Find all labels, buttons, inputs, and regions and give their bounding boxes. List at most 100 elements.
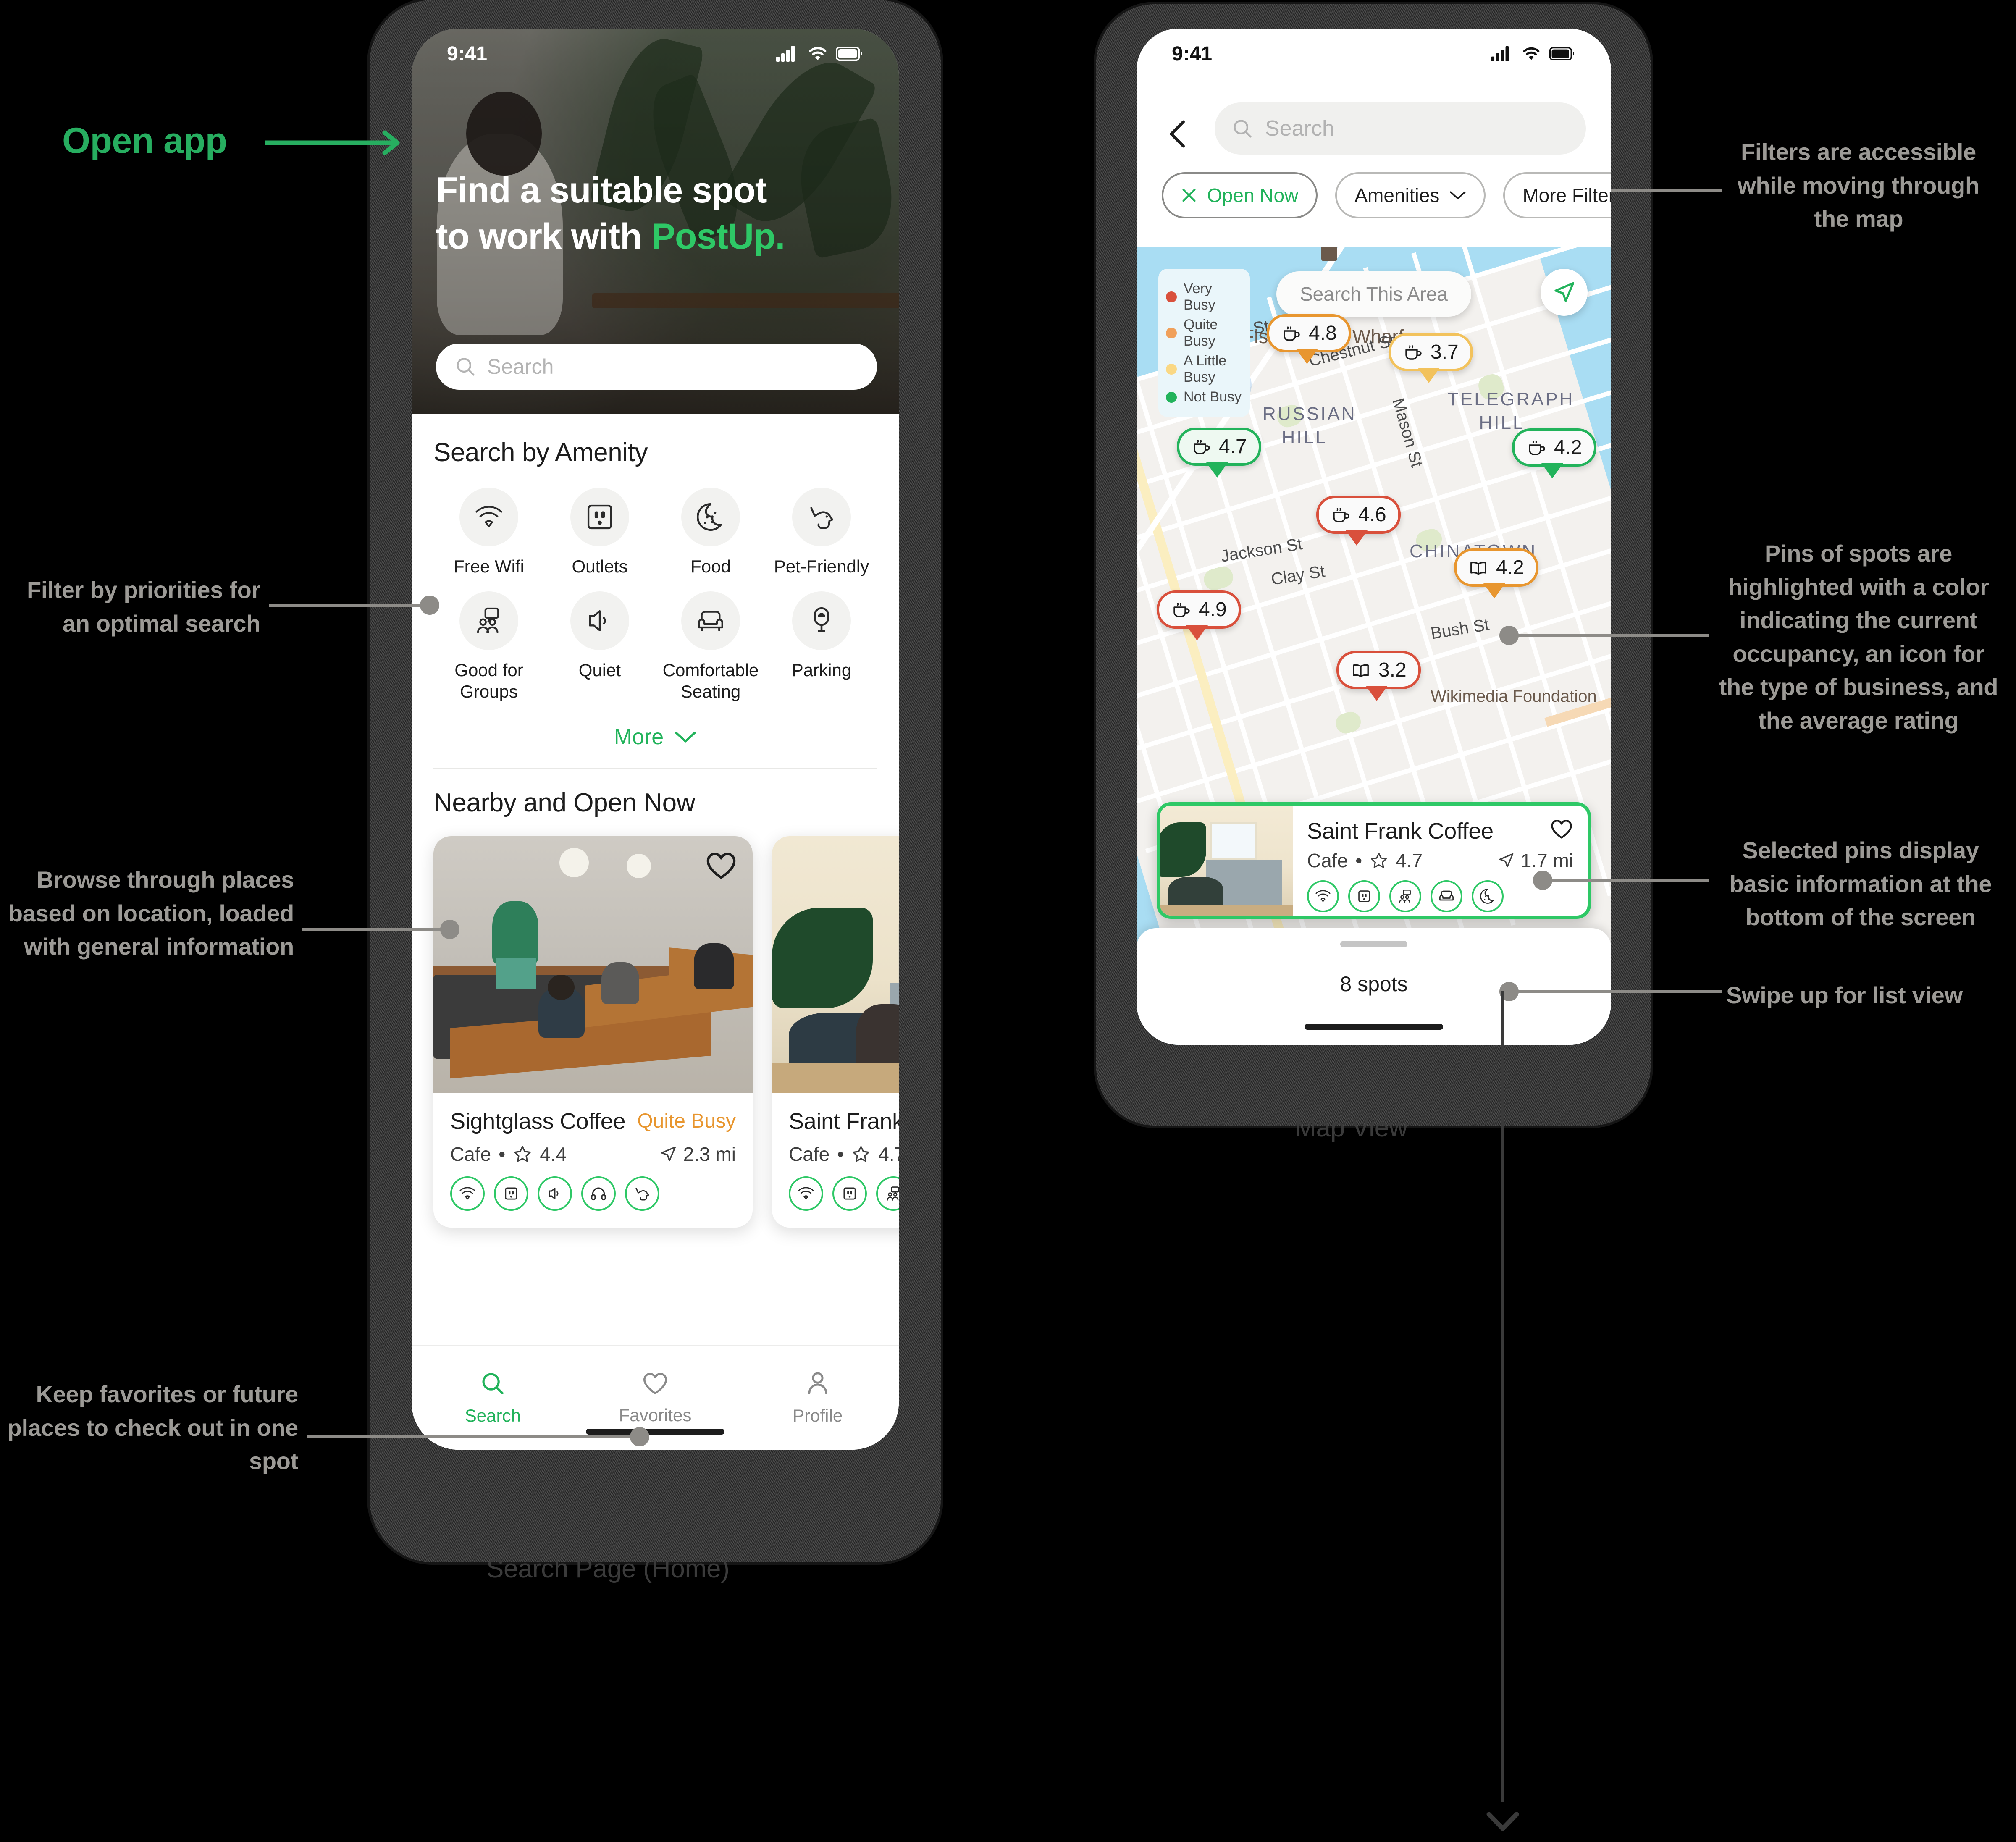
cafe-icon: [1194, 439, 1210, 454]
annotation-browse-places: Browse through places based on location,…: [8, 866, 294, 960]
leader-dot: [1533, 871, 1552, 890]
map-pin[interactable]: 4.2: [1454, 548, 1538, 598]
amenity-pet-friendly[interactable]: Pet-Friendly: [766, 488, 877, 577]
map-pin[interactable]: 4.9: [1157, 590, 1241, 640]
filter-label: Open Now: [1207, 184, 1299, 206]
headphones-icon: [581, 1176, 616, 1211]
place-distance-value: 1.7 mi: [1520, 850, 1573, 871]
wifi-icon: [1523, 47, 1540, 60]
navigation-icon: [1554, 282, 1575, 302]
search-this-area-label: Search This Area: [1299, 283, 1448, 305]
annotation-filters-accessible: Filters are accessible while moving thro…: [1738, 139, 1979, 232]
map-pin[interactable]: 4.7: [1177, 428, 1261, 478]
tab-label: Search: [465, 1405, 521, 1425]
phone-frame-search: 9:41 Find a suitable spot to work with P…: [370, 0, 941, 1562]
locate-me-button[interactable]: [1541, 269, 1588, 316]
tab-label: Favorites: [619, 1405, 692, 1425]
amenity-free-wifi[interactable]: Free Wifi: [433, 488, 544, 577]
star-icon: [853, 1146, 870, 1162]
star-icon: [514, 1146, 531, 1162]
place-distance: 2.3 mi: [659, 1143, 736, 1165]
wifi-icon: [459, 488, 518, 546]
library-icon: [1353, 664, 1369, 677]
dog-icon: [625, 1176, 659, 1211]
selected-place-amenity-chips: [1307, 880, 1573, 912]
place-rating: 4.7: [878, 1143, 899, 1165]
amenity-outlets[interactable]: Outlets: [544, 488, 655, 577]
place-rating: 4.4: [540, 1143, 567, 1165]
nearby-cards-carousel[interactable]: Sightglass Coffee Quite Busy Cafe • 4.4: [433, 836, 899, 1228]
search-input[interactable]: Search: [1215, 102, 1586, 155]
leader-line: [307, 1435, 643, 1438]
selected-place-body: Saint Frank Coffee Cafe • 4.7 1.7 mi: [1293, 806, 1588, 916]
cafe-icon: [1284, 326, 1300, 341]
status-icons: [776, 46, 864, 62]
search-this-area-button[interactable]: Search This Area: [1276, 271, 1472, 317]
battery-icon: [836, 47, 862, 61]
place-category: Cafe: [789, 1143, 830, 1165]
pin-rating: 3.7: [1431, 341, 1459, 363]
cellular-icon: [1491, 46, 1509, 61]
divider: [433, 768, 877, 769]
status-bar: 9:41: [412, 29, 899, 79]
legend-item: A Little Busy: [1166, 353, 1242, 386]
speaker-icon: [570, 591, 629, 651]
tab-search[interactable]: Search: [412, 1346, 574, 1450]
open-app-arrow: [265, 130, 400, 155]
map-canvas[interactable]: Fisherman's Wharf Wikimedia Foundation R…: [1137, 247, 1611, 1045]
place-card[interactable]: Saint Frank Coffee Cafe • 4.7: [772, 836, 899, 1228]
navigation-icon: [1499, 853, 1514, 868]
library-icon: [1470, 562, 1486, 575]
cookie-icon: [1472, 880, 1504, 912]
place-card[interactable]: Sightglass Coffee Quite Busy Cafe • 4.4: [433, 836, 753, 1228]
amenity-comfortable-seating[interactable]: Comfortable Seating: [655, 591, 766, 702]
nearby-section-title: Nearby and Open Now: [433, 788, 696, 817]
map-pin[interactable]: 4.6: [1316, 496, 1401, 546]
home-content: Search by Amenity Free Wifi Outlets Food…: [412, 414, 899, 1450]
more-amenities-button[interactable]: More: [433, 724, 877, 750]
favorite-button[interactable]: [1550, 818, 1573, 840]
meta-separator: •: [499, 1143, 506, 1165]
back-button[interactable]: [1168, 119, 1189, 149]
map-pin[interactable]: 3.7: [1389, 333, 1473, 383]
favorite-button[interactable]: [705, 850, 738, 881]
amenity-good-for-groups[interactable]: Good for Groups: [433, 591, 544, 702]
place-category: Cafe: [1307, 850, 1348, 871]
filter-amenities[interactable]: Amenities: [1335, 172, 1486, 218]
search-input[interactable]: Search: [436, 344, 877, 390]
filter-label: More Filters: [1522, 184, 1611, 206]
place-distance: 1.7 mi: [1497, 849, 1573, 872]
amenity-label: Comfortable Seating: [662, 660, 759, 702]
status-icons: [1491, 46, 1576, 61]
selected-place-meta: Cafe • 4.7 1.7 mi: [1307, 849, 1573, 872]
sheet-grabber[interactable]: [1340, 941, 1407, 947]
amenity-parking[interactable]: Parking: [766, 591, 877, 702]
place-category: Cafe: [450, 1143, 491, 1165]
place-rating: 4.7: [1396, 850, 1423, 871]
annotation-swipe-up: Swipe up for list view: [1726, 982, 1963, 1008]
place-card-body: Saint Frank Coffee Cafe • 4.7: [772, 1093, 899, 1228]
map-top-bar: Search Open Now Amenities More Filters: [1137, 79, 1611, 247]
selected-place-card[interactable]: Saint Frank Coffee Cafe • 4.7 1.7 mi: [1157, 802, 1591, 919]
amenity-food[interactable]: Food: [655, 488, 766, 577]
area-label: RUSSIAN HILL: [1263, 404, 1357, 448]
filter-more-filters[interactable]: More Filters: [1503, 172, 1611, 218]
cellular-icon: [776, 46, 795, 62]
pin-rating: 4.7: [1219, 436, 1247, 458]
search-icon: [482, 1372, 504, 1394]
pin-rating: 4.9: [1199, 598, 1227, 621]
pin-rating: 4.2: [1554, 436, 1582, 459]
list-view-sheet[interactable]: 8 spots: [1137, 928, 1611, 1045]
heart-icon: [1551, 820, 1572, 839]
search-icon: [457, 358, 475, 376]
map-pin[interactable]: 4.2: [1512, 428, 1596, 478]
flow-arrow-line: [1502, 991, 1504, 1802]
map-pin[interactable]: 4.8: [1267, 314, 1351, 364]
tab-profile[interactable]: Profile: [736, 1346, 899, 1450]
amenity-label: Good for Groups: [454, 660, 523, 702]
map-pin[interactable]: 3.2: [1336, 651, 1421, 701]
place-amenity-chips: [450, 1176, 736, 1211]
amenity-quiet[interactable]: Quiet: [544, 591, 655, 702]
filter-open-now[interactable]: Open Now: [1162, 172, 1318, 218]
filter-chip-row[interactable]: Open Now Amenities More Filters: [1162, 172, 1611, 218]
